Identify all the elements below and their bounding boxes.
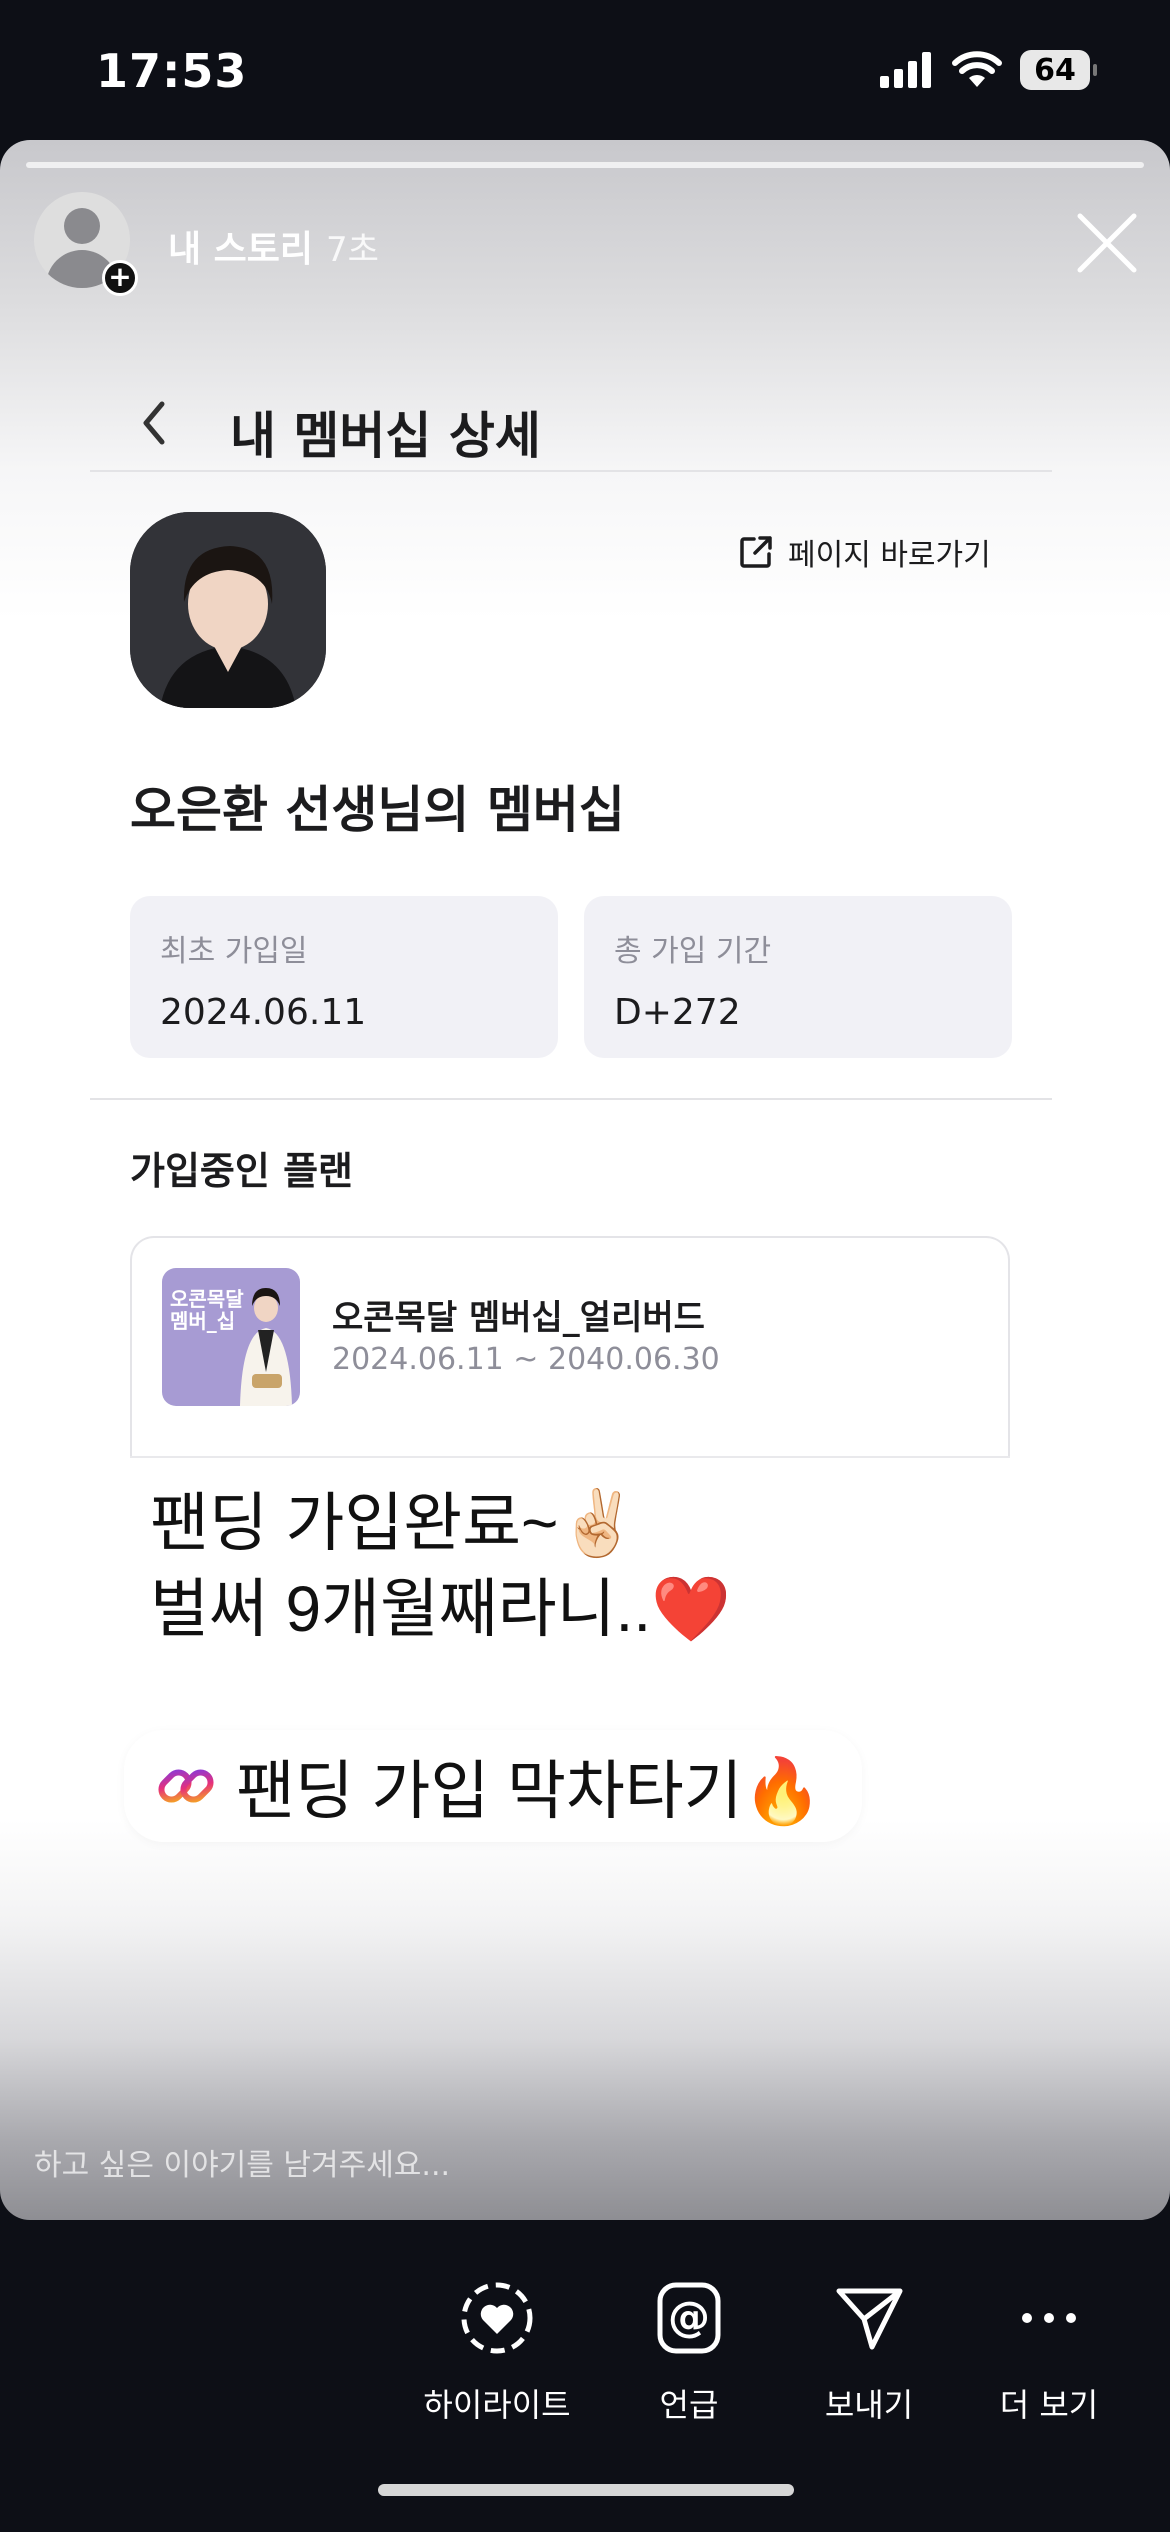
wifi-icon	[952, 51, 1002, 87]
status-time: 17:53	[96, 44, 248, 98]
add-story-icon[interactable]: +	[102, 260, 138, 296]
cellular-signal-icon	[880, 52, 931, 88]
highlight-label: 하이라이트	[423, 2386, 571, 2424]
highlight-button[interactable]: 하이라이트	[402, 2278, 592, 2426]
highlight-heart-icon	[461, 2282, 533, 2354]
external-link-icon	[740, 536, 772, 568]
shortcut-label: 페이지 바로가기	[788, 538, 991, 573]
first-join-value: 2024.06.11	[160, 992, 367, 1033]
story-progress-bar	[26, 162, 1144, 168]
reply-input[interactable]: 하고 싶은 이야기를 남겨주세요...	[34, 2140, 450, 2184]
story-username[interactable]: 내 스토리	[168, 220, 313, 272]
plan-period: 2024.06.11 ~ 2040.06.30	[332, 1342, 720, 1377]
link-sticker[interactable]: 팬딩 가입 막차타기🔥	[124, 1730, 863, 1842]
mention-label: 언급	[659, 2386, 719, 2424]
home-indicator[interactable]	[378, 2484, 794, 2496]
plan-card-divider	[130, 1456, 1010, 1458]
first-join-label: 최초 가입일	[160, 934, 308, 969]
mention-button[interactable]: @ 언급	[594, 2278, 784, 2426]
section-divider	[90, 1098, 1052, 1100]
plan-thumbnail: 오콘목달 멤버_십	[162, 1268, 300, 1406]
story-actions-bar: 하이라이트 @ 언급 보내기 더 보기	[0, 2278, 1170, 2424]
caption-line-1: 팬딩 가입완료~✌🏻	[150, 1487, 639, 1559]
plan-name: 오콘목달 멤버십_얼리버드	[332, 1298, 705, 1338]
story-viewer-screen: 17:53 64 + 내 스토리 7초 내 멤버십 상세 페이지 바로가기 오은…	[0, 0, 1170, 2532]
more-dots-icon	[1022, 2313, 1076, 2323]
story-avatar[interactable]: +	[34, 192, 138, 296]
battery-level: 64	[1034, 52, 1076, 88]
story-card[interactable]: + 내 스토리 7초 내 멤버십 상세 페이지 바로가기 오은환 선생님의 멤버…	[0, 140, 1170, 2220]
membership-title: 오은환 선생님의 멤버십	[130, 781, 625, 839]
caption-line-2: 벌써 9개월째라니..❤️	[150, 1573, 731, 1645]
send-paper-plane-icon	[836, 2288, 903, 2350]
back-chevron-icon	[143, 401, 165, 445]
inner-page-title: 내 멤버십 상세	[230, 407, 541, 465]
close-icon[interactable]	[1074, 210, 1140, 276]
total-period-label: 총 가입 기간	[614, 934, 772, 969]
creator-profile-photo	[130, 512, 326, 708]
plans-section-title: 가입중인 플랜	[130, 1149, 353, 1193]
more-label: 더 보기	[999, 2386, 1099, 2424]
battery-indicator: 64	[1020, 50, 1097, 90]
link-sticker-text: 팬딩 가입 막차타기🔥	[236, 1755, 823, 1827]
status-icons: 64	[880, 50, 1097, 90]
svg-text:@: @	[668, 2292, 710, 2341]
more-button[interactable]: 더 보기	[954, 2278, 1144, 2426]
link-icon	[158, 1769, 214, 1803]
send-button[interactable]: 보내기	[774, 2278, 964, 2426]
total-period-box: 총 가입 기간 D+272	[584, 896, 1012, 1058]
inner-page-header: 내 멤버십 상세	[90, 370, 1052, 472]
send-label: 보내기	[824, 2386, 914, 2424]
page-shortcut-link[interactable]: 페이지 바로가기	[738, 530, 991, 574]
total-period-value: D+272	[614, 992, 741, 1033]
plan-card: 오콘목달 멤버_십 오콘목달 멤버십_얼리버드 2024.06.11 ~ 204…	[130, 1236, 1010, 1458]
story-caption: 팬딩 가입완료~✌🏻 벌써 9개월째라니..❤️	[150, 1480, 731, 1652]
story-time-ago: 7초	[326, 230, 379, 270]
first-join-box: 최초 가입일 2024.06.11	[130, 896, 558, 1058]
at-mention-icon: @	[657, 2282, 721, 2354]
